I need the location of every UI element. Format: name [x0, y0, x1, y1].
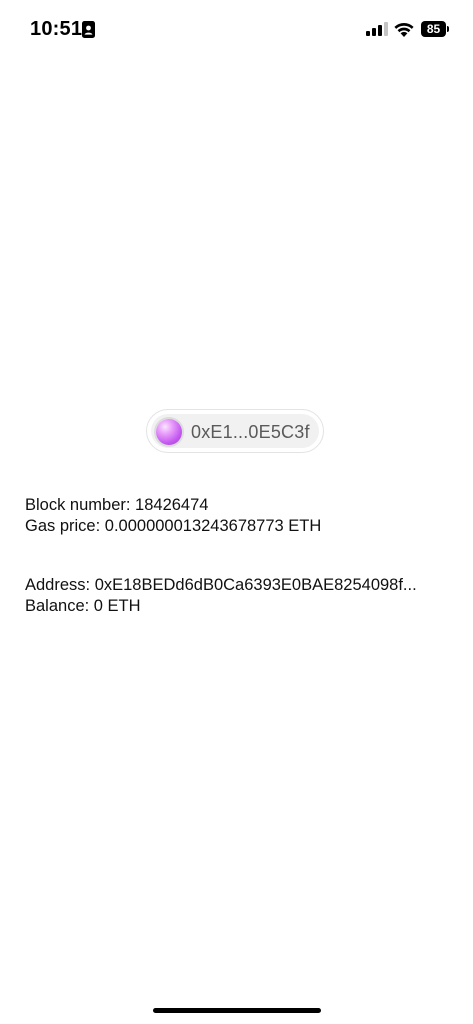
- home-indicator[interactable]: [153, 1008, 321, 1013]
- address-text: Address: 0xE18BEDd6dB0Ca6393E0BAE8254098…: [25, 576, 417, 594]
- account-button[interactable]: 0xE1...0E5C3f: [146, 409, 324, 453]
- battery-icon: 85: [421, 21, 450, 37]
- status-time: 10:51: [30, 18, 83, 40]
- cellular-signal-icon: [366, 22, 388, 36]
- account-button-inner[interactable]: 0xE1...0E5C3f: [151, 414, 319, 448]
- network-info: Block number: 18426474 Gas price: 0.0000…: [25, 495, 465, 537]
- block-number-text: Block number: 18426474: [25, 496, 209, 514]
- account-address-label: 0xE1...0E5C3f: [191, 422, 310, 442]
- contact-card-icon: [82, 21, 95, 38]
- account-info: Address: 0xE18BEDd6dB0Ca6393E0BAE8254098…: [25, 575, 465, 617]
- account-avatar-icon: [156, 419, 182, 445]
- battery-level: 85: [421, 21, 446, 37]
- gas-price-text: Gas price: 0.000000013243678773 ETH: [25, 517, 322, 535]
- balance-text: Balance: 0 ETH: [25, 597, 141, 615]
- battery-tip: [447, 26, 449, 32]
- wifi-icon: [394, 23, 414, 37]
- status-bar: 10:51 85: [0, 0, 473, 60]
